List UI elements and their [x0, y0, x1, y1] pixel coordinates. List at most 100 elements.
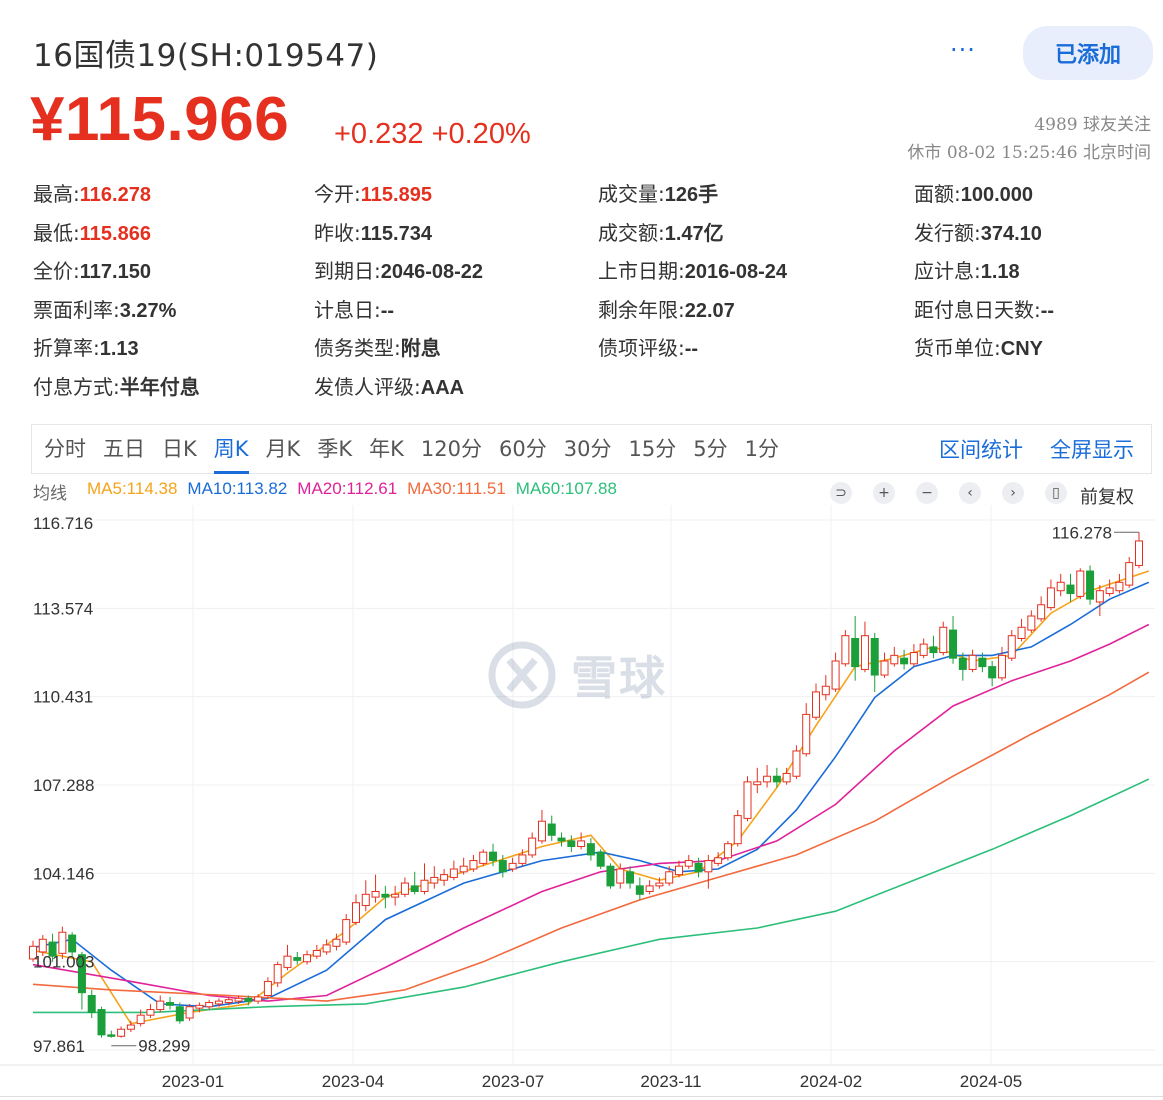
tab-7[interactable]: 120分 [421, 424, 482, 474]
reset-icon[interactable]: ⊃ [830, 482, 852, 504]
info-key: 债务类型: [314, 336, 401, 360]
info-row: 全价:117.150 到期日:2046-08-22 上市日期:2016-08-24 应… [33, 255, 1153, 294]
min-price-label: 98.299 [138, 1037, 190, 1056]
info-cell: 昨收:115.734 [314, 217, 432, 246]
info-cell: 债项评级:-- [598, 332, 698, 361]
price-change: +0.232 +0.20% [334, 118, 531, 150]
info-cell: 债务类型:附息 [314, 332, 441, 361]
tab-3[interactable]: 周K [213, 424, 249, 474]
candle-body [283, 955, 292, 968]
candle-body [263, 980, 272, 996]
y-tick-label: 107.288 [33, 776, 94, 795]
max-price-label: 116.278 [1052, 523, 1112, 542]
info-value: 115.734 [360, 222, 432, 245]
info-cell: 面额:100.000 [914, 178, 1033, 207]
y-tick-label: 116.716 [33, 514, 93, 533]
info-cell: 全价:117.150 [33, 255, 151, 284]
info-cell: 货币单位:CNY [914, 332, 1043, 361]
candle-body [371, 890, 380, 898]
info-key: 发债人评级: [314, 374, 421, 399]
ma-label[interactable]: 均线 [33, 479, 67, 504]
candle-body [616, 868, 625, 884]
candle-body [224, 999, 233, 1004]
candle-body [400, 882, 409, 895]
info-row: 付息方式:半年付息 发债人评级:AAA [33, 371, 1153, 410]
tab-10[interactable]: 15分 [628, 424, 676, 474]
candle-body [919, 643, 928, 656]
ma-legend-item: MA30:111.51 [407, 479, 506, 498]
candle-body [772, 775, 781, 783]
candle-body [322, 944, 331, 953]
candle-body [645, 885, 654, 892]
info-key: 到期日: [314, 259, 381, 283]
info-key: 成交额: [598, 220, 665, 245]
range-stats-button[interactable]: 区间统计 [939, 425, 1023, 475]
candle-body [655, 882, 664, 887]
info-row: 最低:115.866 昨收:115.734 成交额:1.47亿 发行额:374.10 [33, 217, 1153, 256]
info-value: 100.000 [960, 184, 1034, 206]
tab-8[interactable]: 60分 [499, 424, 547, 474]
info-cell: 距付息日天数:-- [914, 294, 1054, 323]
info-row: 最高:116.278 今开:115.895 成交量:126手 面额:100.000 [33, 178, 1153, 217]
x-tick-label: 2023-07 [482, 1072, 544, 1091]
candle-body [1076, 570, 1085, 597]
ma-legend-item: MA60:107.88 [515, 479, 617, 498]
candle-body [851, 638, 860, 668]
more-options-button[interactable]: ··· [950, 36, 976, 64]
kline-chart[interactable]: 116.716 113.574 110.431 107.288 104.146 101.0… [0, 505, 1163, 1095]
info-value: 115.895 [360, 184, 432, 206]
bond-title: 16国债19(SH:019547) [33, 38, 379, 74]
info-value: 1.47亿 [664, 222, 724, 245]
info-cell: 计息日:-- [314, 294, 394, 323]
added-watchlist-button[interactable]: 已添加 [1023, 26, 1153, 80]
candle-body [723, 843, 732, 859]
info-cell: 发行额:374.10 [914, 217, 1042, 246]
candle-body [117, 1028, 126, 1037]
tab-9[interactable]: 30分 [564, 424, 612, 474]
candle-body [733, 815, 742, 845]
info-key: 剩余年限: [598, 297, 685, 322]
info-cell: 应计息:1.18 [914, 255, 1020, 284]
info-value: 1.13 [99, 338, 139, 360]
zoom-out-icon[interactable]: − [916, 482, 938, 504]
candle-body [978, 657, 987, 668]
y-tick-label: 97.861 [33, 1037, 85, 1056]
next-icon[interactable]: › [1002, 482, 1024, 504]
info-value: 半年付息 [119, 376, 200, 399]
candle-body [136, 1014, 145, 1025]
followers-count[interactable]: 4989 球友关注 [1034, 110, 1151, 135]
tab-4[interactable]: 月K [266, 424, 301, 474]
candle-style-icon[interactable]: ▯ [1045, 482, 1067, 504]
candle-body [342, 919, 351, 943]
candle-body [547, 823, 556, 836]
info-key: 折算率: [33, 336, 100, 360]
tab-1[interactable]: 五日 [103, 424, 145, 474]
x-tick-label: 2023-01 [162, 1072, 224, 1091]
candle-body [1017, 626, 1026, 640]
tab-5[interactable]: 季K [317, 424, 352, 474]
candle-body [577, 840, 586, 848]
info-cell: 成交量:126手 [598, 178, 718, 207]
ma-legend-item: MA10:113.82 [187, 479, 288, 498]
x-tick-label: 2024-05 [960, 1072, 1022, 1091]
candle-body [782, 772, 791, 783]
info-cell: 剩余年限:22.07 [598, 294, 735, 323]
prev-icon[interactable]: ‹ [959, 482, 981, 504]
current-price: ¥115.966 [30, 85, 290, 154]
candle-body [381, 893, 390, 898]
info-key: 计息日: [314, 297, 381, 322]
candle-body [841, 635, 850, 665]
candle-body [38, 938, 47, 953]
info-key: 最高: [33, 182, 80, 206]
tab-11[interactable]: 5分 [693, 424, 727, 474]
tab-2[interactable]: 日K [162, 424, 197, 474]
info-cell: 最低:115.866 [33, 217, 151, 246]
tab-0[interactable]: 分时 [44, 424, 86, 474]
candle-body [870, 638, 879, 676]
zoom-in-icon[interactable]: + [873, 482, 895, 504]
tab-6[interactable]: 年K [369, 424, 404, 474]
info-value: -- [684, 338, 699, 360]
info-key: 成交量: [598, 182, 665, 206]
tab-12[interactable]: 1分 [745, 424, 779, 474]
fullscreen-button[interactable]: 全屏显示 [1050, 425, 1134, 475]
